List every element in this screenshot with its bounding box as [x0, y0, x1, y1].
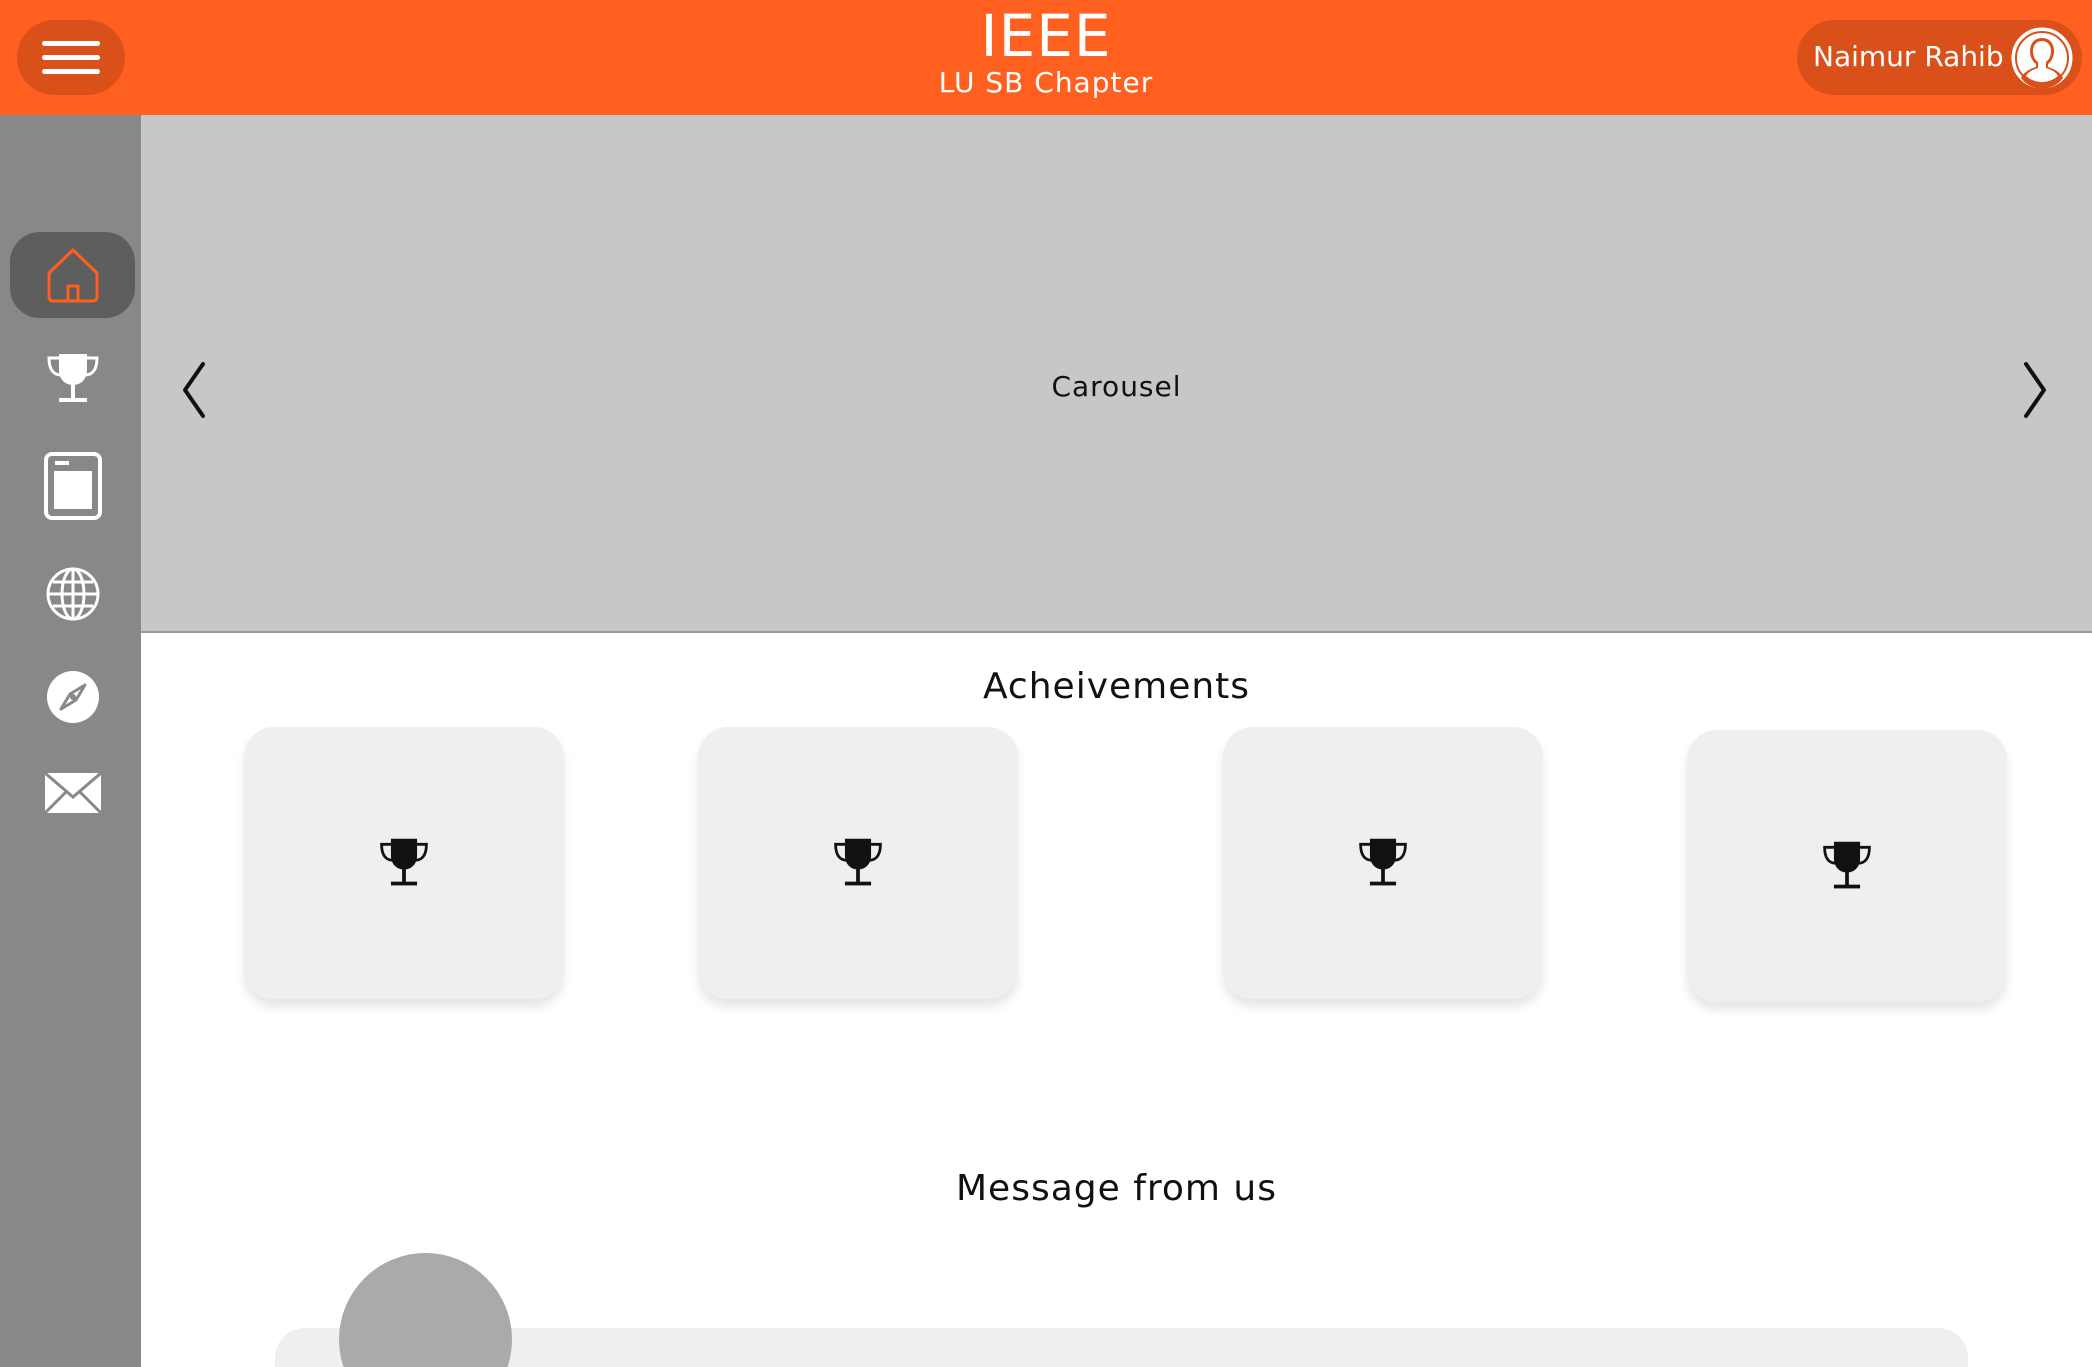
app-title: IEEE — [980, 2, 1112, 70]
chevron-right-icon — [2024, 362, 2046, 418]
achievement-card[interactable] — [1223, 727, 1543, 999]
trophy-icon — [46, 354, 99, 402]
user-profile-button[interactable]: Naimur Rahib — [1797, 20, 2082, 95]
sidebar-item-contact[interactable] — [10, 750, 135, 836]
tablet-icon — [43, 452, 102, 520]
hamburger-icon — [42, 41, 100, 46]
hamburger-icon-bar — [42, 69, 100, 74]
sidebar-item-home[interactable] — [10, 232, 135, 318]
sidebar-item-pages[interactable] — [10, 443, 135, 529]
hamburger-icon-bar — [42, 55, 100, 60]
mail-icon — [43, 771, 102, 815]
user-name: Naimur Rahib — [1813, 40, 2004, 73]
app-subtitle: LU SB Chapter — [938, 66, 1154, 99]
menu-button[interactable] — [17, 20, 125, 95]
sidebar-item-web[interactable] — [10, 551, 135, 637]
globe-icon — [46, 567, 99, 621]
achievement-card[interactable] — [698, 727, 1018, 999]
compass-icon — [46, 671, 99, 723]
achievement-card[interactable] — [1687, 730, 2007, 1002]
avatar — [339, 1253, 512, 1367]
carousel[interactable]: Carousel — [141, 115, 2092, 633]
achievement-card[interactable] — [244, 727, 564, 999]
trophy-icon — [834, 838, 882, 886]
achievements-heading: Acheivements — [982, 666, 1251, 707]
top-app-bar: IEEE LU SB Chapter Naimur Rahib — [0, 0, 2092, 115]
trophy-icon — [380, 838, 428, 886]
home-icon — [47, 248, 98, 303]
message-card — [275, 1328, 1968, 1367]
sidebar-nav — [0, 115, 141, 1367]
user-avatar-icon — [2011, 27, 2073, 89]
trophy-icon — [1359, 838, 1407, 886]
message-heading: Message from us — [955, 1168, 1278, 1209]
sidebar-item-explore[interactable] — [10, 654, 135, 740]
carousel-next-button[interactable] — [2010, 345, 2070, 435]
brand: IEEE LU SB Chapter — [0, 0, 2092, 115]
carousel-label: Carousel — [1051, 370, 1182, 403]
sidebar-item-achievements[interactable] — [10, 335, 135, 421]
trophy-icon — [1823, 841, 1871, 889]
